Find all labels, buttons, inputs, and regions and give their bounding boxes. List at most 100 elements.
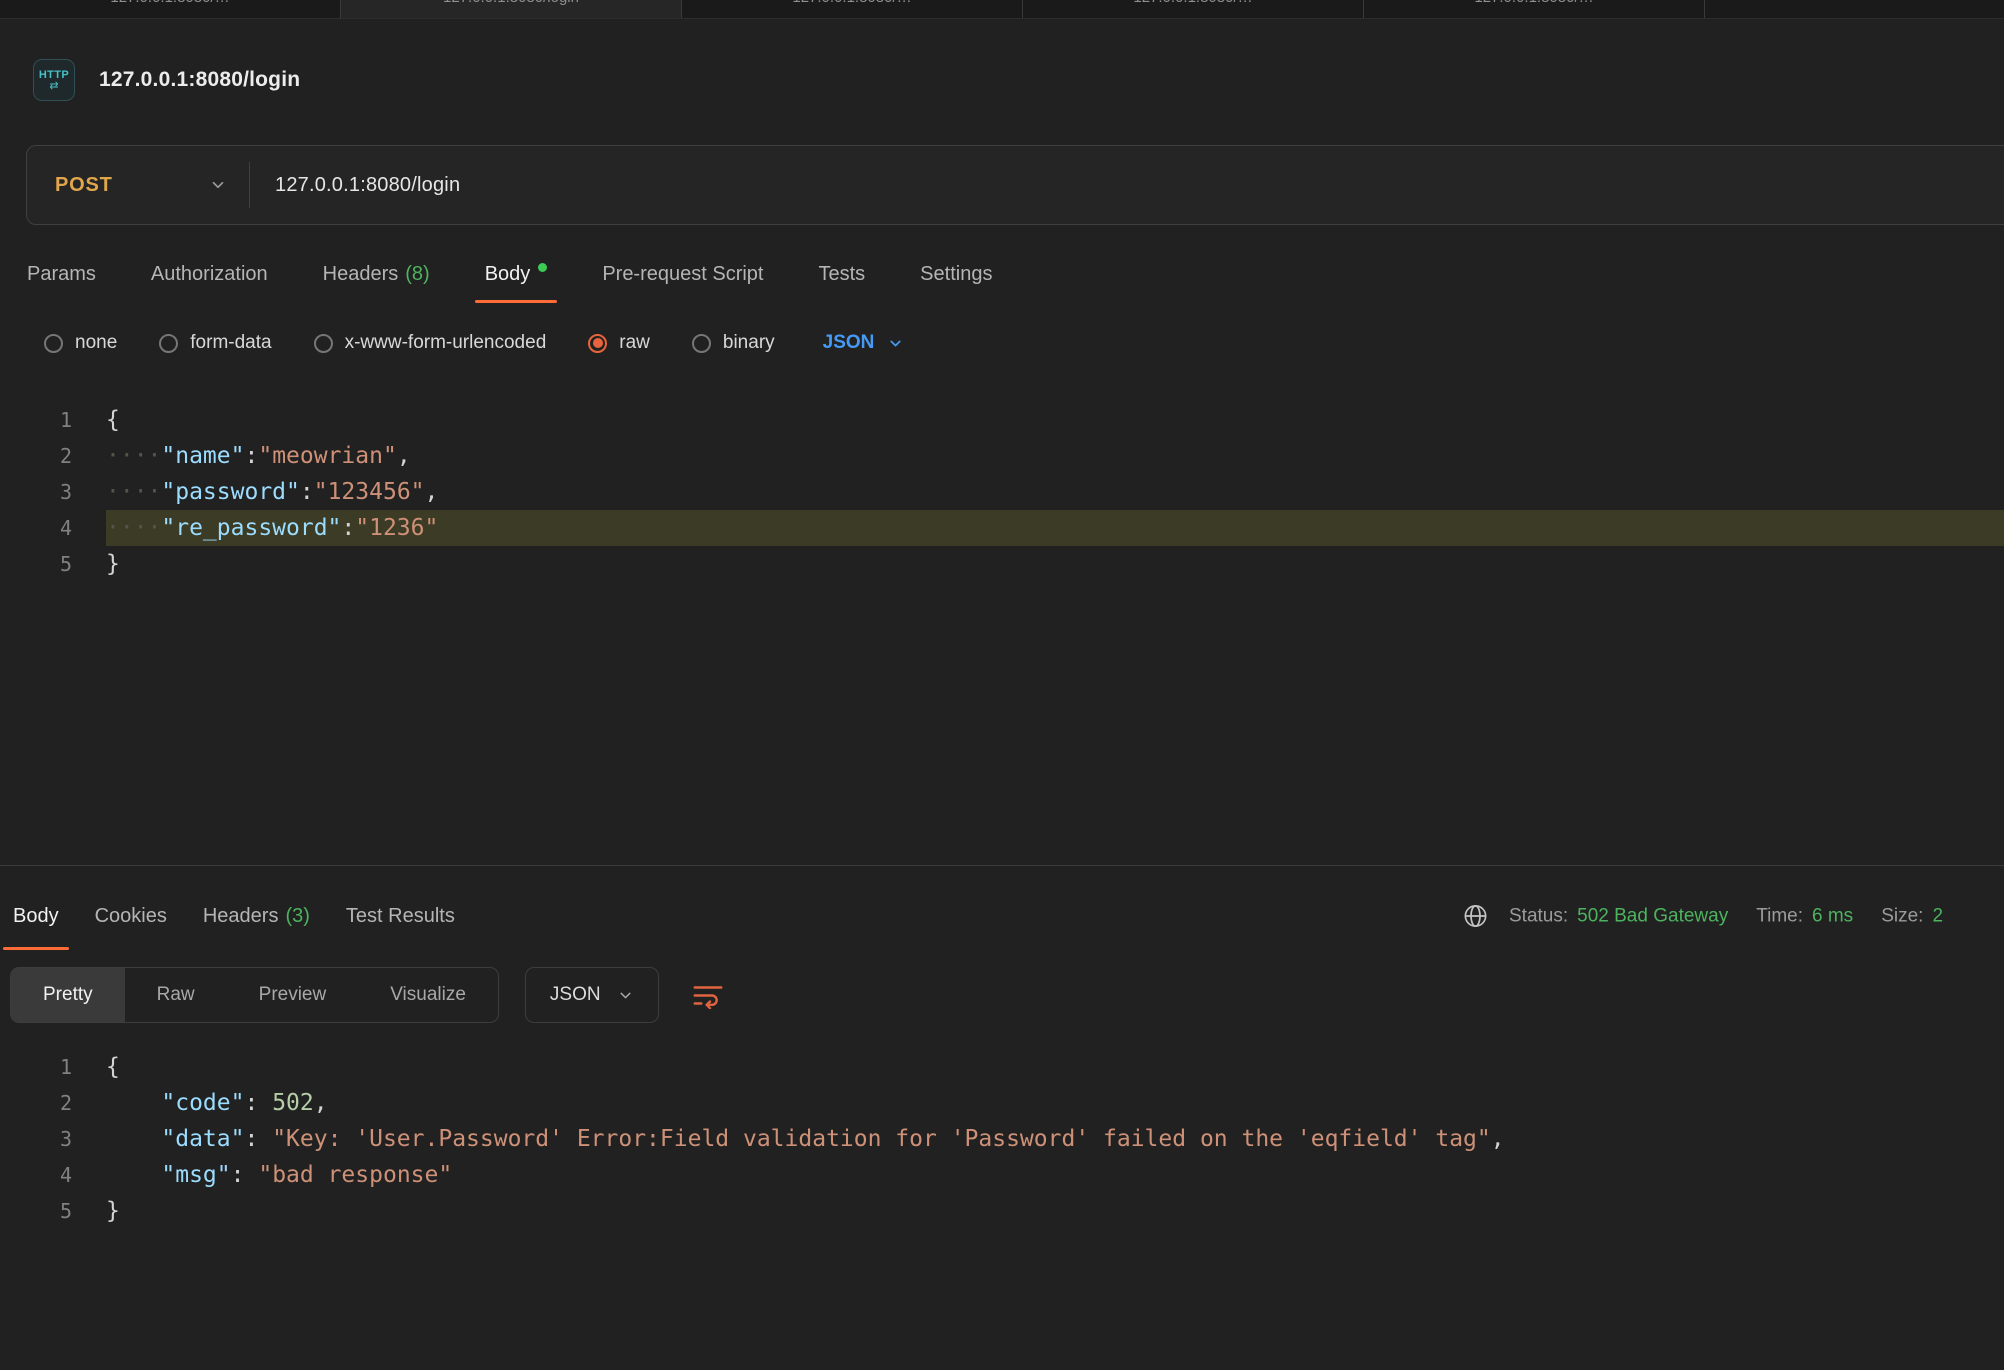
response-view-toolbar: Pretty Raw Preview Visualize JSON xyxy=(0,967,2004,1023)
tab-tests[interactable]: Tests xyxy=(818,245,865,303)
body-mode-raw[interactable]: raw xyxy=(588,332,650,354)
tab-label: Headers xyxy=(203,905,279,928)
code-line[interactable]: 3 ····"password":"123456", xyxy=(0,474,2004,510)
radio-icon xyxy=(314,334,333,353)
code-line[interactable]: 2 "code": 502, xyxy=(0,1085,2004,1121)
code-line[interactable]: 2····"name":"meowrian", xyxy=(0,438,2004,474)
response-body-editor[interactable]: 1{2 "code": 502,3 "data": "Key: 'User.Pa… xyxy=(0,1049,2004,1229)
line-number: 5 xyxy=(0,546,72,582)
mode-label: raw xyxy=(619,332,650,354)
method-label: POST xyxy=(55,174,113,197)
line-number: 3 xyxy=(0,474,72,510)
line-number: 2 xyxy=(0,438,72,474)
url-input[interactable]: 127.0.0.1:8080/login xyxy=(250,174,460,197)
code-line-content: "code": 502, xyxy=(106,1085,2004,1121)
body-mode-binary[interactable]: binary xyxy=(692,332,775,354)
workspace-tab[interactable]: 127.0.0.1:8080/… xyxy=(682,0,1023,18)
workspace-tab-label: 127.0.0.1:8080/… xyxy=(0,0,340,6)
raw-language-selector[interactable]: JSON xyxy=(823,332,905,354)
body-mode-none[interactable]: none xyxy=(44,332,117,354)
language-label: JSON xyxy=(823,332,875,354)
code-line[interactable]: 1{ xyxy=(0,402,2004,438)
view-preview[interactable]: Preview xyxy=(227,968,359,1022)
workspace-tab[interactable]: 127.0.0.1:8080/… xyxy=(1023,0,1364,18)
workspace-tab-label: 127.0.0.1:8080/login xyxy=(341,0,681,6)
radio-icon xyxy=(44,334,63,353)
tab-label: Body xyxy=(485,263,531,286)
line-number: 2 xyxy=(0,1085,72,1121)
response-tab-cookies[interactable]: Cookies xyxy=(95,882,167,950)
response-tabs: Body Cookies Headers (3) Test Results St… xyxy=(0,882,2004,950)
view-switcher: Pretty Raw Preview Visualize xyxy=(10,967,499,1023)
wrap-text-button[interactable] xyxy=(685,972,731,1018)
http-request-icon: HTTP ⇄ xyxy=(33,59,75,101)
chevron-down-icon xyxy=(209,176,227,194)
tab-pre-request-script[interactable]: Pre-request Script xyxy=(602,245,763,303)
code-line[interactable]: 4 "msg": "bad response" xyxy=(0,1157,2004,1193)
code-line[interactable]: 5} xyxy=(0,1193,2004,1229)
code-line-content: } xyxy=(106,546,2004,582)
globe-icon xyxy=(1462,903,1489,930)
language-label: JSON xyxy=(550,984,601,1006)
response-meta: Status: 502 Bad Gateway Time: 6 ms Size:… xyxy=(1462,903,1943,930)
code-line[interactable]: 5} xyxy=(0,546,2004,582)
chevron-down-icon xyxy=(887,335,904,352)
view-pretty[interactable]: Pretty xyxy=(11,968,125,1022)
response-language-selector[interactable]: JSON xyxy=(525,967,659,1023)
tab-params[interactable]: Params xyxy=(27,245,96,303)
view-visualize[interactable]: Visualize xyxy=(358,968,498,1022)
view-raw[interactable]: Raw xyxy=(125,968,227,1022)
code-line-highlighted[interactable]: 4 ····"re_password":"1236" xyxy=(0,510,2004,546)
tab-count: (8) xyxy=(405,263,429,286)
tab-body[interactable]: Body xyxy=(485,245,548,303)
code-line-content: ····"password":"123456", xyxy=(106,474,2004,510)
status-label: Status: xyxy=(1509,905,1568,927)
workspace-tab[interactable]: 127.0.0.1:8080/… xyxy=(0,0,341,18)
code-line-content: ····"re_password":"1236" xyxy=(106,510,2004,546)
radio-icon xyxy=(692,334,711,353)
tab-label: Test Results xyxy=(346,905,455,928)
line-number: 4 xyxy=(0,510,72,546)
workspace-tab[interactable] xyxy=(1705,0,2004,18)
workspace-tab[interactable]: 127.0.0.1:8080/… xyxy=(1364,0,1705,18)
tab-label: Headers xyxy=(323,263,399,286)
radio-icon xyxy=(159,334,178,353)
response-tab-test-results[interactable]: Test Results xyxy=(346,882,455,950)
method-selector[interactable]: POST xyxy=(27,146,249,224)
code-line-content: { xyxy=(106,402,2004,438)
workspace-tab[interactable]: 127.0.0.1:8080/login xyxy=(341,0,682,18)
size-value: 2 xyxy=(1932,905,1943,927)
request-title: 127.0.0.1:8080/login xyxy=(99,68,300,92)
request-body-editor[interactable]: 1{2····"name":"meowrian",3····"password"… xyxy=(0,402,2004,866)
tab-authorization[interactable]: Authorization xyxy=(151,245,268,303)
tab-label: Body xyxy=(13,905,59,928)
code-line[interactable]: 3 "data": "Key: 'User.Password' Error:Fi… xyxy=(0,1121,2004,1157)
status-value: 502 Bad Gateway xyxy=(1577,905,1728,927)
time-label: Time: xyxy=(1756,905,1803,927)
code-line-content: "data": "Key: 'User.Password' Error:Fiel… xyxy=(106,1121,2004,1157)
request-header: HTTP ⇄ 127.0.0.1:8080/login xyxy=(33,60,2004,100)
response-tab-body[interactable]: Body xyxy=(13,882,59,950)
code-line-content: } xyxy=(106,1193,2004,1229)
code-line[interactable]: 1{ xyxy=(0,1049,2004,1085)
tab-label: Cookies xyxy=(95,905,167,928)
tab-label: Pre-request Script xyxy=(602,263,763,286)
mode-label: form-data xyxy=(190,332,271,354)
wrap-text-icon xyxy=(692,982,724,1009)
line-number: 1 xyxy=(0,402,72,438)
line-number: 3 xyxy=(0,1121,72,1157)
line-number: 5 xyxy=(0,1193,72,1229)
mode-label: none xyxy=(75,332,117,354)
body-mode-form-data[interactable]: form-data xyxy=(159,332,271,354)
size-label: Size: xyxy=(1881,905,1923,927)
tab-settings[interactable]: Settings xyxy=(920,245,992,303)
tab-label: Authorization xyxy=(151,263,268,286)
code-line-content: { xyxy=(106,1049,2004,1085)
body-mode-x-www-form-urlencoded[interactable]: x-www-form-urlencoded xyxy=(314,332,547,354)
workspace-tab-label: 127.0.0.1:8080/… xyxy=(1364,0,1704,6)
request-url-bar: POST 127.0.0.1:8080/login xyxy=(26,145,2004,225)
tab-headers[interactable]: Headers (8) xyxy=(323,245,430,303)
mode-label: x-www-form-urlencoded xyxy=(345,332,547,354)
line-number: 1 xyxy=(0,1049,72,1085)
response-tab-headers[interactable]: Headers (3) xyxy=(203,882,310,950)
